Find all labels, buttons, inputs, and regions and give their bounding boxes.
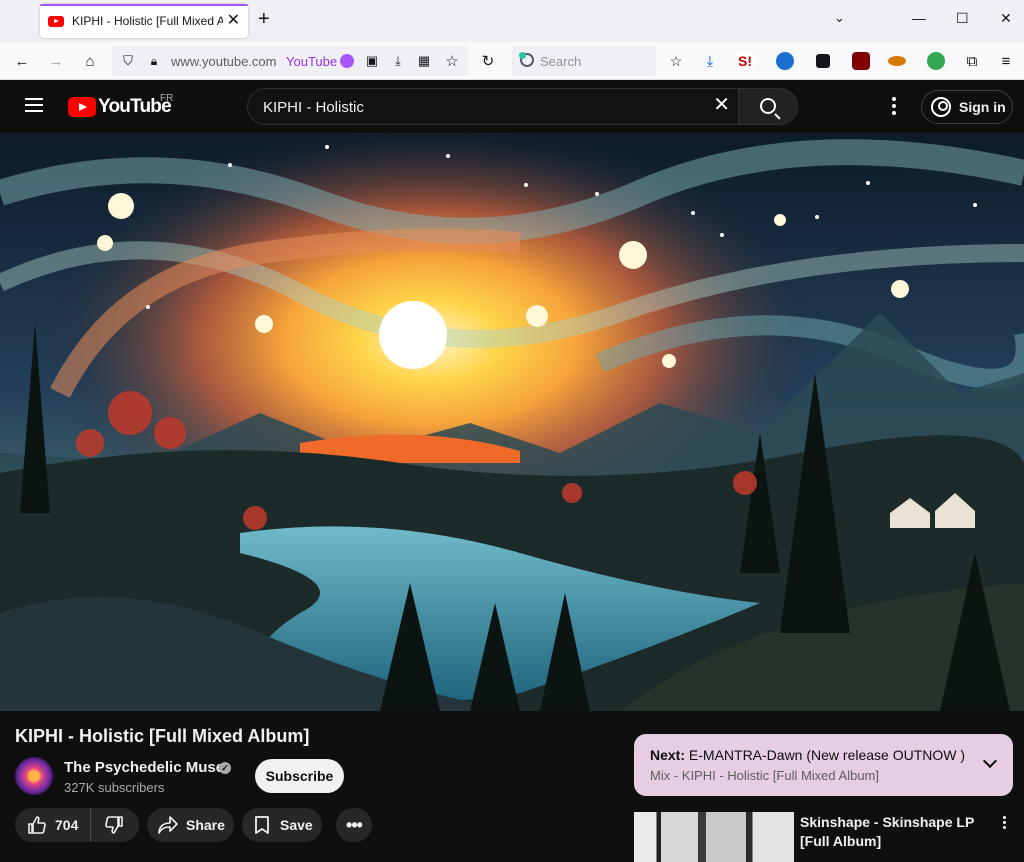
- verified-check-icon: ✓: [219, 762, 231, 774]
- account-icon: [931, 97, 951, 117]
- close-window-icon[interactable]: ✕: [1000, 11, 1012, 25]
- maximize-icon[interactable]: ☐: [956, 11, 969, 25]
- green-circle-extension-icon[interactable]: [927, 52, 945, 70]
- new-tab-icon[interactable]: +: [258, 9, 270, 29]
- video-player[interactable]: [0, 133, 1024, 711]
- search-button[interactable]: [738, 88, 798, 125]
- settings-more-icon[interactable]: [892, 97, 896, 118]
- forward-icon[interactable]: →: [46, 51, 66, 71]
- search-placeholder: Search: [540, 54, 582, 69]
- bookmark-icon: [255, 816, 269, 834]
- search-icon: [760, 98, 776, 114]
- browser-search-box[interactable]: Search: [512, 46, 656, 76]
- picture-in-picture-icon[interactable]: ▣: [362, 51, 382, 71]
- up-next-label: Next:: [650, 747, 686, 763]
- reload-icon[interactable]: ↻: [478, 51, 498, 71]
- url-text: www.youtube.com: [171, 54, 277, 69]
- sign-in-button[interactable]: Sign in: [921, 90, 1013, 124]
- shield-icon[interactable]: ⛉: [118, 51, 138, 71]
- menu-icon[interactable]: ≡: [996, 51, 1016, 71]
- clear-search-icon[interactable]: ✕: [713, 95, 730, 115]
- recommendation-menu-icon[interactable]: [1003, 816, 1006, 831]
- recommendation-title[interactable]: Skinshape - Skinshape LP [Full Album]: [800, 813, 988, 851]
- home-icon[interactable]: ⌂: [80, 51, 100, 71]
- youtube-favicon-icon: [48, 15, 64, 27]
- share-icon: [158, 816, 178, 834]
- youtube-search-input[interactable]: KIPHI - Holistic ✕: [247, 88, 738, 125]
- recommendation-thumbnail[interactable]: [634, 812, 794, 862]
- dislike-button[interactable]: [91, 808, 137, 842]
- blocks-extension-icon[interactable]: [816, 54, 830, 68]
- save-button[interactable]: Save: [242, 808, 322, 842]
- pocket-icon[interactable]: ☆: [666, 51, 686, 71]
- subscribe-button[interactable]: Subscribe: [255, 759, 344, 793]
- extensions-puzzle-icon[interactable]: ⧉: [962, 51, 982, 71]
- youtube-header: YouTube FR KIPHI - Holistic ✕ Sign in: [0, 80, 1024, 133]
- bookmark-star-icon[interactable]: ☆: [442, 51, 462, 71]
- downloads-icon[interactable]: ⤓: [700, 51, 720, 71]
- more-horizontal-icon: •••: [346, 814, 363, 835]
- guide-menu-icon[interactable]: [25, 98, 43, 112]
- like-dislike-group: 704: [15, 808, 139, 842]
- search-engine-icon: [519, 52, 534, 67]
- url-bar[interactable]: ⛉ 🔒︎ www.youtube.com YouTube ▣ ⤓ ▦ ☆: [112, 46, 468, 76]
- up-next-card[interactable]: Next: E-MANTRA-Dawn (New release OUTNOW …: [634, 734, 1013, 796]
- gear-extension-icon[interactable]: [776, 52, 794, 70]
- video-details: KIPHI - Holistic [Full Mixed Album] The …: [0, 711, 1024, 862]
- up-next-title: E-MANTRA-Dawn (New release OUTNOW ): [688, 747, 966, 763]
- search-query: KIPHI - Holistic: [263, 99, 364, 116]
- like-count: 704: [55, 817, 79, 833]
- thumbs-down-icon: [105, 816, 123, 834]
- thumbs-up-icon: [28, 816, 46, 834]
- browser-nav-bar: ← → ⌂ ⛉ 🔒︎ www.youtube.com YouTube ▣ ⤓ ▦…: [0, 42, 1024, 80]
- channel-name[interactable]: The Psychedelic Muse: [64, 759, 224, 776]
- browser-tab-bar: KIPHI - Holistic [Full Mixed Album] ✕ + …: [0, 0, 1024, 42]
- like-button[interactable]: 704: [15, 808, 91, 842]
- share-label: Share: [186, 817, 225, 833]
- mix-title: Mix - KIPHI - Holistic [Full Mixed Album…: [650, 768, 879, 783]
- country-code: FR: [160, 93, 174, 104]
- save-label: Save: [280, 817, 313, 833]
- youtube-logo-icon: [68, 97, 96, 117]
- ublock-icon[interactable]: [852, 52, 870, 70]
- up-next-line: Next: E-MANTRA-Dawn (New release OUTNOW …: [650, 747, 965, 763]
- subscriber-count: 327K subscribers: [64, 780, 165, 795]
- lock-icon[interactable]: 🔒︎: [144, 51, 164, 71]
- youtube-logo[interactable]: YouTube: [68, 96, 172, 118]
- grid-extension-icon[interactable]: ▦: [414, 51, 434, 71]
- tab-list-chevron-icon[interactable]: ⌄: [834, 11, 845, 24]
- close-tab-icon[interactable]: ✕: [227, 13, 240, 29]
- download-page-icon[interactable]: ⤓: [388, 51, 408, 71]
- minimize-icon[interactable]: —: [912, 11, 926, 25]
- bird-extension-icon[interactable]: [888, 56, 906, 66]
- browser-tab[interactable]: KIPHI - Holistic [Full Mixed Album] ✕: [40, 4, 248, 38]
- more-actions-button[interactable]: •••: [336, 808, 372, 842]
- tab-title: KIPHI - Holistic [Full Mixed Album]: [72, 14, 223, 28]
- sign-in-label: Sign in: [959, 99, 1006, 115]
- channel-avatar[interactable]: [15, 757, 53, 795]
- back-icon[interactable]: ←: [12, 51, 32, 71]
- share-button[interactable]: Share: [147, 808, 234, 842]
- container-dot-icon: [340, 54, 354, 68]
- url-container-tag: YouTube: [286, 54, 338, 69]
- s-extension-icon[interactable]: S!: [736, 52, 754, 70]
- chevron-down-icon[interactable]: [982, 753, 998, 769]
- video-title: KIPHI - Holistic [Full Mixed Album]: [15, 726, 310, 746]
- video-artwork: [0, 133, 1024, 711]
